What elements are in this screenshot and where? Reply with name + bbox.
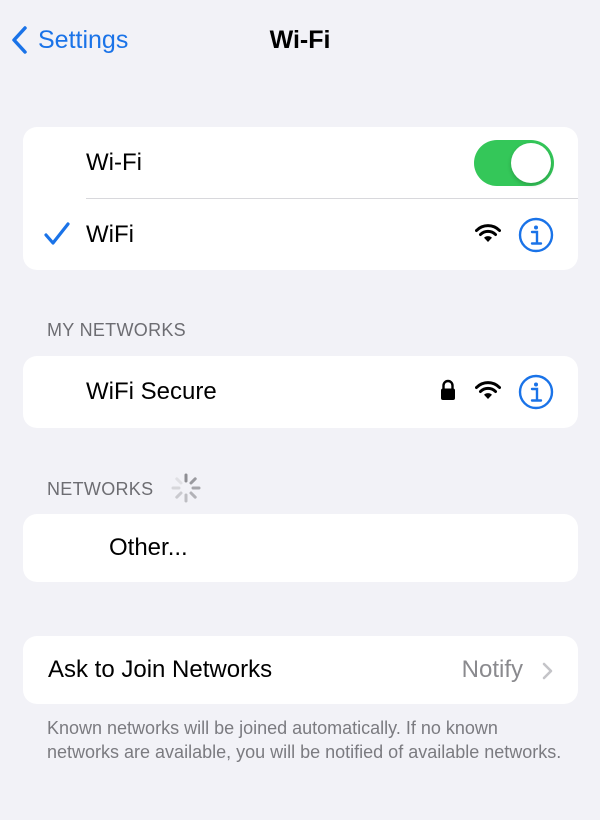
other-network-row[interactable]: Other... [23,514,578,582]
ask-to-join-row[interactable]: Ask to Join Networks Notify [23,636,578,704]
ask-to-join-card: Ask to Join Networks Notify [23,636,578,704]
my-networks-header: MY NETWORKS [47,320,186,340]
wifi-toggle-row: Wi-Fi [23,127,578,199]
chevron-right-icon [542,662,553,680]
navigation-bar: Settings Wi-Fi [0,0,600,78]
checkmark-icon [44,222,70,245]
toggle-knob [511,143,551,183]
networks-header: NETWORKS [47,479,154,499]
page-title: Wi-Fi [269,26,331,54]
ask-to-join-footer: Known networks will be joined automatica… [47,718,562,762]
other-network-label: Other... [109,534,188,561]
wifi-toggle[interactable] [474,140,554,186]
wifi-icon [475,381,501,399]
wifi-toggle-label: Wi-Fi [86,149,142,176]
wifi-icon [475,224,501,242]
networks-card: Other... [23,514,578,582]
spinner-icon [171,473,201,503]
ask-to-join-label: Ask to Join Networks [48,656,273,683]
info-icon[interactable] [518,217,554,253]
network-row[interactable]: WiFi Secure [23,356,578,428]
my-networks-card: WiFi Secure [23,356,578,428]
connected-network-row[interactable]: WiFi [23,199,578,270]
ask-to-join-value: Notify [461,656,523,683]
info-icon[interactable] [518,374,554,410]
connected-network-name: WiFi [86,221,134,248]
wifi-card: Wi-Fi WiFi [23,127,578,270]
network-name: WiFi Secure [86,378,217,405]
lock-icon [441,379,455,400]
